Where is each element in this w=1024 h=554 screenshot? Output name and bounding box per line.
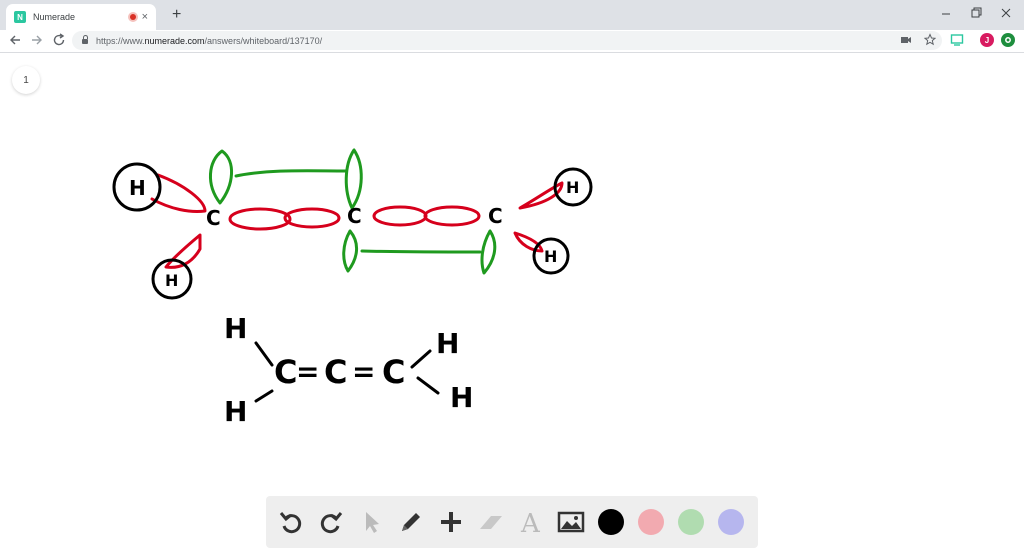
- redo-button[interactable]: [316, 507, 346, 537]
- color-swatch: [638, 509, 664, 535]
- svg-text:A: A: [520, 509, 541, 535]
- hydrogen-label: H: [436, 327, 459, 360]
- lock-icon: [82, 35, 88, 44]
- color-green-swatch[interactable]: [676, 507, 706, 537]
- carbon-label: C: [324, 353, 347, 391]
- hydrogen-label: H: [224, 395, 247, 428]
- new-tab-button[interactable]: +: [172, 6, 181, 24]
- whiteboard-canvas[interactable]: 1 H H H H C C C H H H H C = C = C A: [0, 53, 1024, 554]
- double-bond-label: =: [296, 355, 319, 388]
- add-icon: [441, 512, 461, 532]
- tab-close-button[interactable]: ×: [142, 11, 148, 23]
- carbon-label: C: [274, 353, 297, 391]
- tab-title: Numerade: [33, 12, 76, 22]
- add-shape-button[interactable]: [436, 507, 466, 537]
- minimize-icon[interactable]: [940, 6, 952, 20]
- numerade-favicon-icon: N: [14, 11, 26, 23]
- back-arrow-icon[interactable]: [8, 32, 22, 48]
- bookmark-star-icon[interactable]: [924, 33, 936, 47]
- camera-icon[interactable]: [900, 33, 912, 47]
- pen-icon: [402, 513, 420, 531]
- pointer-icon: [366, 512, 379, 533]
- image-icon: [557, 511, 585, 533]
- hydrogen-label: H: [165, 271, 178, 290]
- hydrogen-label: H: [544, 247, 557, 266]
- address-bar[interactable]: https://www.numerade.com/answers/whitebo…: [72, 31, 942, 50]
- restore-icon[interactable]: [970, 6, 982, 20]
- carbon-label: C: [206, 206, 221, 230]
- window-close-icon[interactable]: [1000, 6, 1012, 20]
- reload-icon[interactable]: [52, 32, 66, 48]
- recording-indicator-icon: [129, 14, 136, 20]
- undo-icon: [279, 512, 302, 534]
- hydrogen-label: H: [566, 178, 579, 197]
- text-tool-button[interactable]: A: [516, 507, 546, 537]
- eraser-tool-button[interactable]: [476, 507, 506, 537]
- profile-avatar[interactable]: J: [980, 33, 994, 47]
- forward-arrow-icon[interactable]: [30, 32, 44, 48]
- redo-icon: [320, 512, 343, 534]
- orbital-drawing: H H H H C C C H H H H C = C = C: [112, 148, 593, 428]
- double-bond-label: =: [352, 355, 375, 388]
- browser-toolbar: https://www.numerade.com/answers/whitebo…: [0, 30, 1024, 53]
- color-black-swatch[interactable]: [596, 507, 626, 537]
- eraser-icon: [480, 516, 502, 529]
- color-blue-swatch[interactable]: [716, 507, 746, 537]
- color-swatch: [678, 509, 704, 535]
- carbon-label: C: [347, 204, 362, 228]
- url-text: https://www.numerade.com/answers/whitebo…: [96, 35, 323, 46]
- image-tool-button[interactable]: [556, 507, 586, 537]
- extension-gear-icon: [1005, 37, 1011, 43]
- orbital-labels: H H H H C C C: [129, 176, 579, 290]
- screen-cast-extension-icon[interactable]: [950, 33, 964, 47]
- color-swatch: [598, 509, 624, 535]
- carbon-label: C: [488, 204, 503, 228]
- text-icon: A: [520, 509, 541, 535]
- carbon-label: C: [382, 353, 405, 391]
- pen-tool-button[interactable]: [396, 507, 426, 537]
- whiteboard-toolbar: A: [266, 496, 758, 548]
- color-swatch: [718, 509, 744, 535]
- structural-labels: H H H H C = C = C: [224, 312, 473, 428]
- pointer-tool-button[interactable]: [356, 507, 386, 537]
- color-red-swatch[interactable]: [636, 507, 666, 537]
- hydrogen-label: H: [450, 381, 473, 414]
- hydrogen-label: H: [224, 312, 247, 345]
- browser-tab-numerade[interactable]: N Numerade ×: [6, 4, 156, 30]
- browser-tab-strip: N Numerade × +: [0, 0, 1024, 30]
- undo-button[interactable]: [276, 507, 306, 537]
- hydrogen-label: H: [129, 176, 146, 200]
- extension-icon[interactable]: [1001, 33, 1015, 47]
